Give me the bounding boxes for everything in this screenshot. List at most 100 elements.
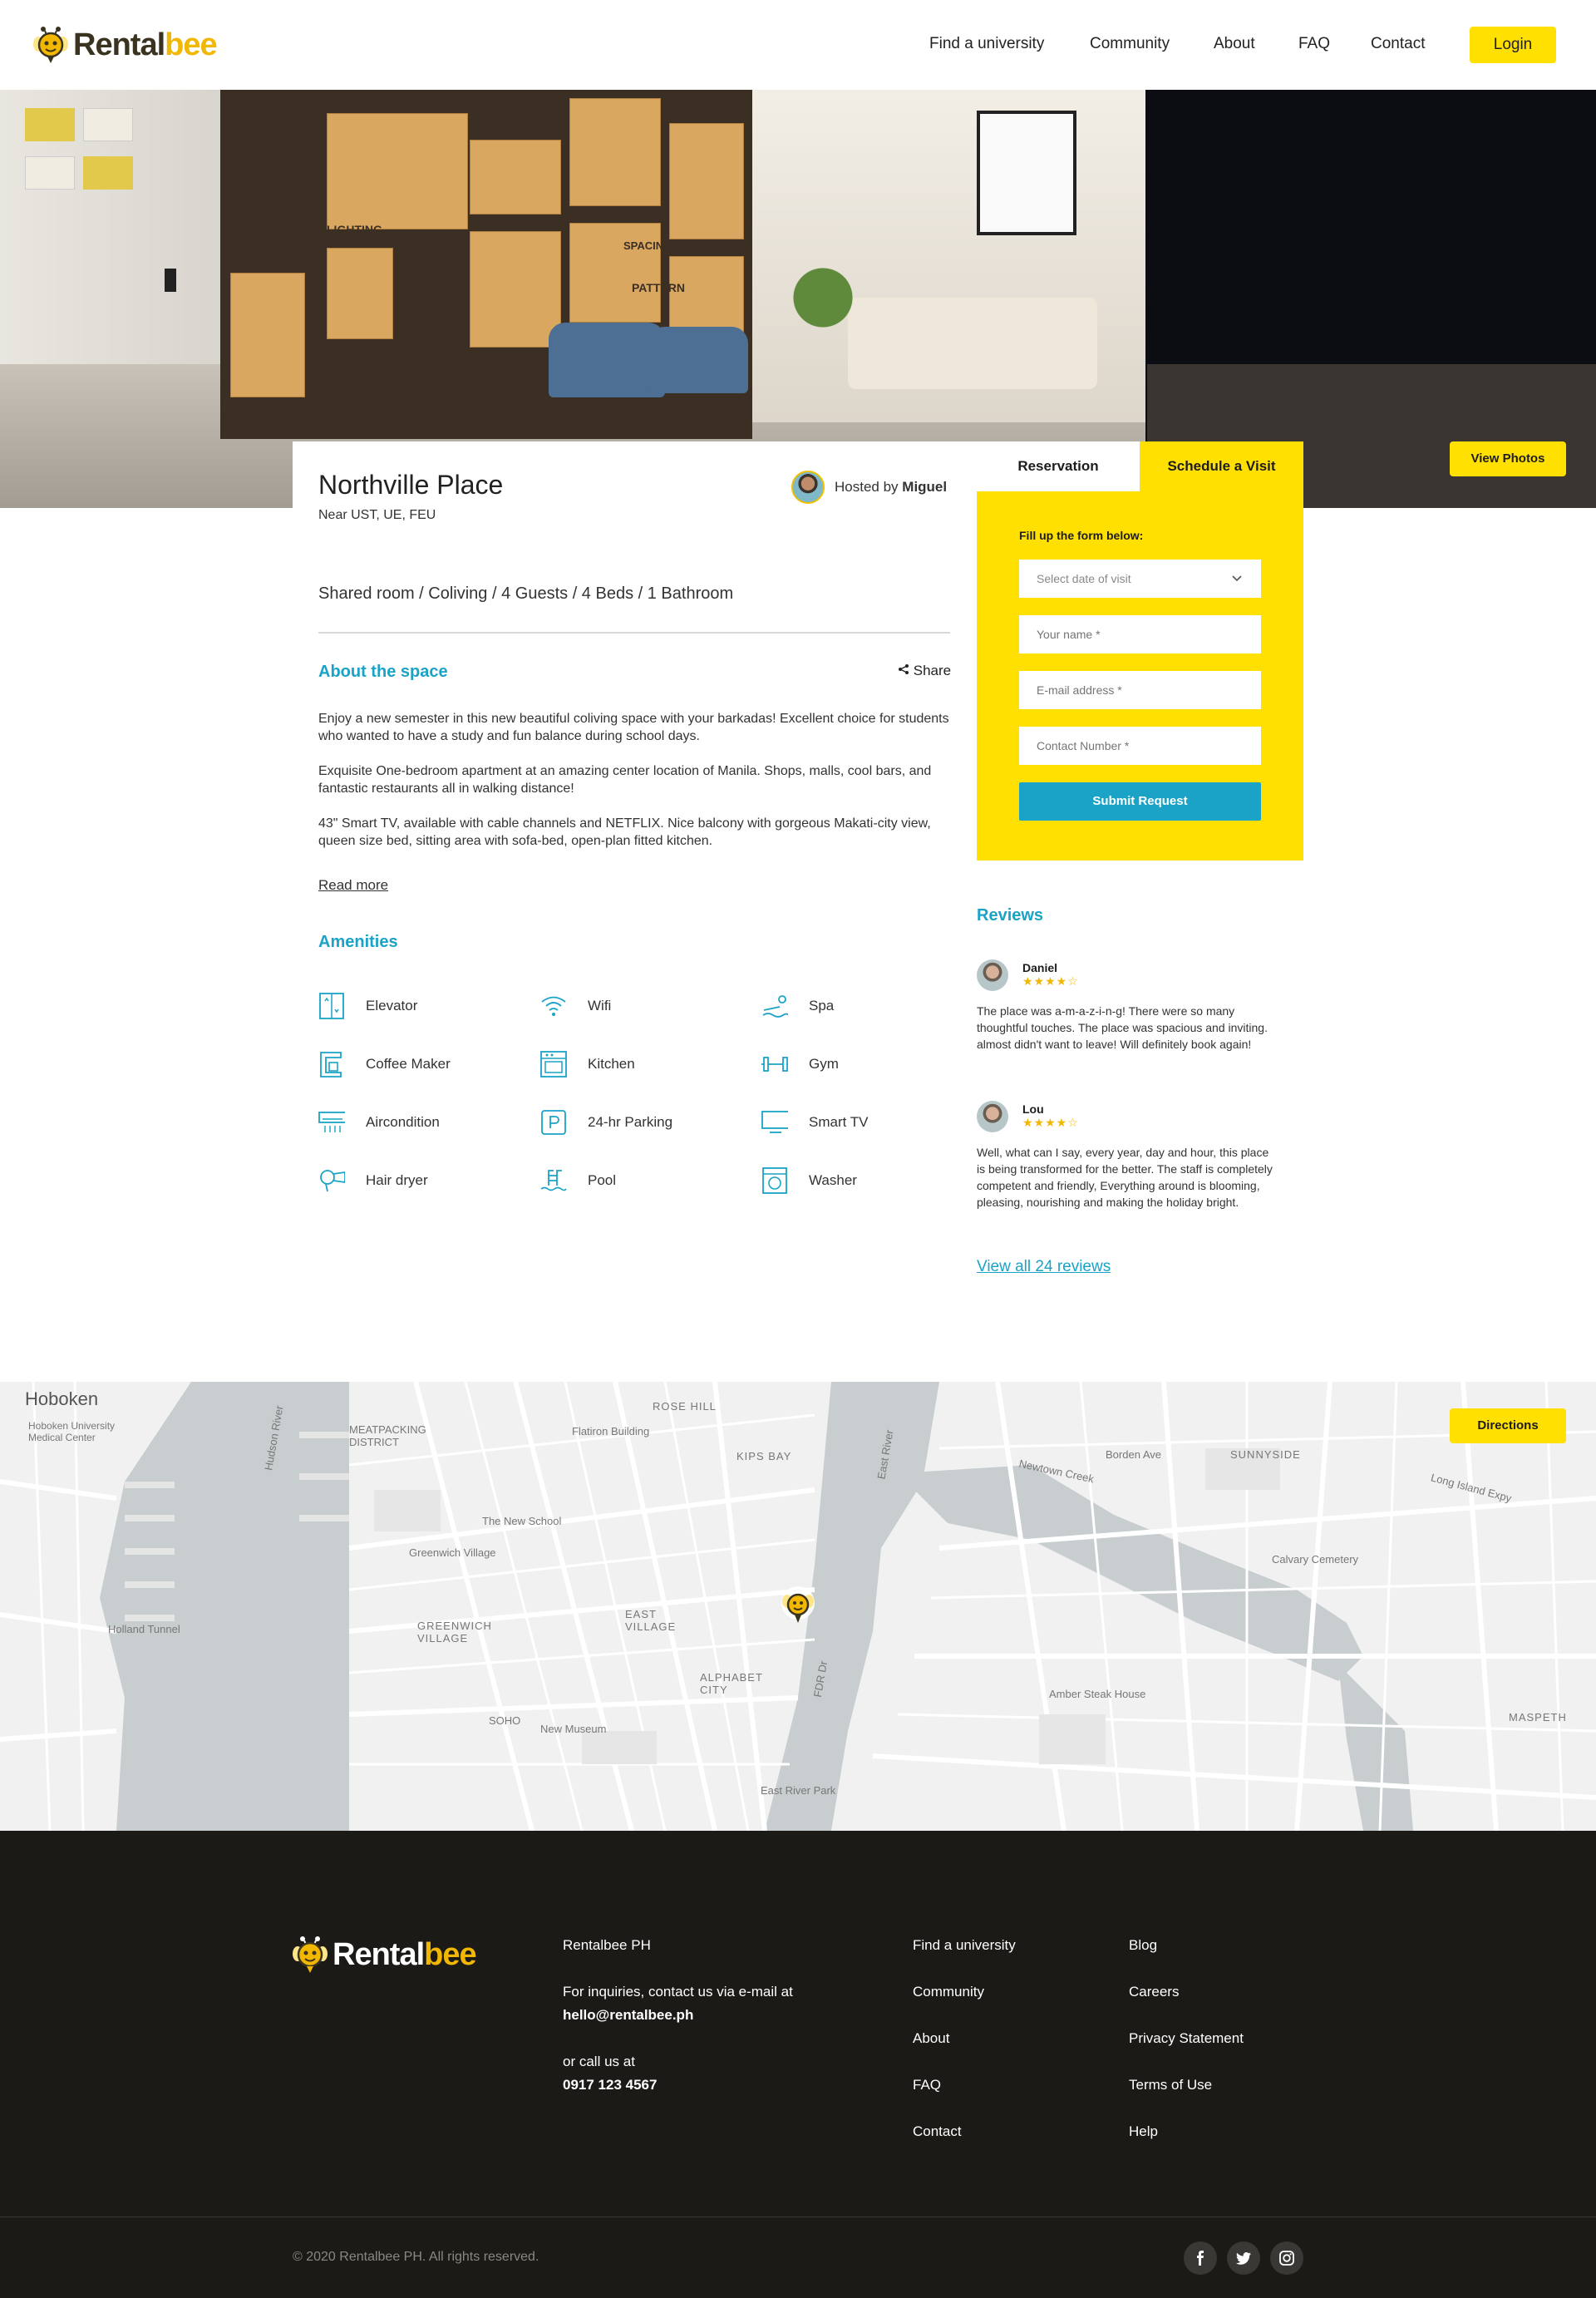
submit-request-button[interactable]: Submit Request [1019, 782, 1261, 821]
twitter-icon[interactable] [1227, 2241, 1260, 2275]
elevator-icon [318, 993, 345, 1019]
name-input[interactable] [1019, 615, 1261, 653]
read-more-link[interactable]: Read more [318, 877, 388, 894]
visit-date-placeholder: Select date of visit [1037, 572, 1131, 585]
aircondition-icon [318, 1109, 345, 1136]
wifi-icon [540, 993, 567, 1019]
map-label: ALPHABET CITY [700, 1671, 763, 1696]
footer-link-help[interactable]: Help [1129, 2123, 1158, 2140]
nav-community[interactable]: Community [1090, 35, 1170, 53]
tv-icon [761, 1109, 788, 1136]
amenity-item: Aircondition [318, 1106, 440, 1139]
review-item: Lou ★★★★☆ Well, what can I say, every ye… [977, 1101, 1276, 1234]
footer-email-link[interactable]: hello@rentalbee.ph [563, 2007, 693, 2024]
map-label: East River Park [761, 1784, 836, 1797]
amenity-label: Wifi [588, 998, 612, 1013]
footer-link-community[interactable]: Community [913, 1984, 984, 2000]
map-label: MEATPACKING DISTRICT [349, 1423, 426, 1448]
facebook-icon[interactable] [1184, 2241, 1217, 2275]
visit-date-select[interactable]: Select date of visit [1019, 560, 1261, 598]
nav-faq[interactable]: FAQ [1298, 35, 1330, 53]
login-button[interactable]: Login [1470, 27, 1556, 63]
footer-link-about[interactable]: About [913, 2030, 949, 2047]
amenity-label: Hair dryer [366, 1172, 428, 1188]
copyright: © 2020 Rentalbee PH. All rights reserved… [293, 2250, 539, 2264]
logo-text-rental: Rental [332, 1937, 425, 1972]
gym-icon [761, 1051, 788, 1077]
shelf-word: SPACING [623, 239, 672, 252]
footer-phone-link[interactable]: 0917 123 4567 [563, 2077, 657, 2093]
amenity-label: Spa [809, 998, 835, 1013]
share-button[interactable]: Share [898, 663, 951, 679]
footer-inquiry-text: For inquiries, contact us via e-mail at [563, 1984, 793, 2000]
host-info[interactable]: Hosted by Miguel [791, 471, 947, 504]
tab-reservation[interactable]: Reservation [977, 441, 1140, 491]
review-text: The place was a-m-a-z-i-n-g! There were … [977, 1004, 1268, 1051]
instagram-icon[interactable] [1270, 2241, 1303, 2275]
form-instruction: Fill up the form below: [1019, 529, 1144, 542]
share-label: Share [913, 663, 952, 678]
reviewer-name: Lou [1022, 1102, 1044, 1116]
listing-title: Northville Place [318, 470, 504, 500]
footer-link-faq[interactable]: FAQ [913, 2077, 941, 2093]
view-all-reviews-link[interactable]: View all 24 reviews [977, 1258, 1111, 1276]
nav-contact[interactable]: Contact [1371, 35, 1425, 53]
footer-call-text: or call us at [563, 2054, 635, 2069]
logo-text-bee: bee [165, 27, 217, 62]
location-pin-bee-icon[interactable] [780, 1585, 816, 1635]
map-label: Amber Steak House [1049, 1688, 1146, 1700]
map-label: New Museum [540, 1723, 607, 1735]
map-label: Borden Ave [1106, 1448, 1161, 1461]
shelf-word: PATTERN [632, 281, 686, 294]
site-logo[interactable]: Rentalbee [33, 22, 218, 68]
amenity-item: Washer [761, 1164, 857, 1197]
share-icon [898, 663, 909, 678]
amenity-item: Spa [761, 989, 834, 1023]
tab-schedule-visit[interactable]: Schedule a Visit [1140, 441, 1303, 491]
amenities-heading: Amenities [318, 933, 398, 951]
reviewer-name: Daniel [1022, 961, 1058, 974]
spa-icon [761, 993, 788, 1019]
footer-link-privacy[interactable]: Privacy Statement [1129, 2030, 1244, 2047]
footer-link-careers[interactable]: Careers [1129, 1984, 1179, 2000]
directions-button[interactable]: Directions [1450, 1408, 1566, 1443]
pool-icon [540, 1167, 567, 1194]
about-paragraph: Exquisite One-bedroom apartment at an am… [318, 764, 932, 796]
logo-text: Rentalbee [332, 1937, 477, 1973]
amenity-label: Pool [588, 1172, 617, 1188]
coffee-maker-icon [318, 1051, 345, 1077]
view-photos-button[interactable]: View Photos [1450, 441, 1566, 476]
footer-link-find-university[interactable]: Find a university [913, 1937, 1016, 1954]
listing-nearby: Near UST, UE, FEU [318, 508, 436, 522]
map-label: Hoboken [25, 1388, 99, 1409]
amenity-item: Coffee Maker [318, 1048, 451, 1081]
footer-logo[interactable]: Rentalbee [293, 1932, 477, 1978]
nav-about[interactable]: About [1214, 35, 1255, 53]
map-label: GREENWICH VILLAGE [417, 1620, 492, 1645]
star-rating: ★★★★☆ [1022, 1116, 1079, 1129]
footer-link-blog[interactable]: Blog [1129, 1937, 1157, 1954]
amenity-label: Smart TV [809, 1114, 869, 1130]
nav-find-university[interactable]: Find a university [929, 35, 1044, 53]
logo-text-bee: bee [424, 1937, 476, 1972]
site-header: Rentalbee Find a university Community Ab… [0, 0, 1596, 90]
amenity-label: Coffee Maker [366, 1056, 451, 1072]
logo-text-rental: Rental [73, 27, 165, 62]
review-item: Daniel ★★★★☆ The place was a-m-a-z-i-n-g… [977, 959, 1276, 1076]
amenity-item: Kitchen [540, 1048, 635, 1081]
amenity-label: Gym [809, 1056, 839, 1072]
footer-link-contact[interactable]: Contact [913, 2123, 962, 2140]
amenity-item: Wifi [540, 989, 611, 1023]
amenity-label: 24-hr Parking [588, 1114, 673, 1130]
review-text: Well, what can I say, every year, day an… [977, 1146, 1273, 1209]
location-map[interactable]: Hoboken Hoboken University Medical Cente… [0, 1382, 1596, 1831]
footer-link-terms[interactable]: Terms of Use [1129, 2077, 1212, 2093]
contact-number-input[interactable] [1019, 727, 1261, 765]
bee-logo-icon [33, 22, 68, 68]
shelf-word: LIGHTING [327, 223, 382, 236]
map-label: Calvary Cemetery [1272, 1553, 1359, 1566]
amenity-item: Gym [761, 1048, 839, 1081]
about-paragraph: Enjoy a new semester in this new beautif… [318, 712, 949, 743]
amenity-item: Hair dryer [318, 1164, 428, 1197]
email-input[interactable] [1019, 671, 1261, 709]
